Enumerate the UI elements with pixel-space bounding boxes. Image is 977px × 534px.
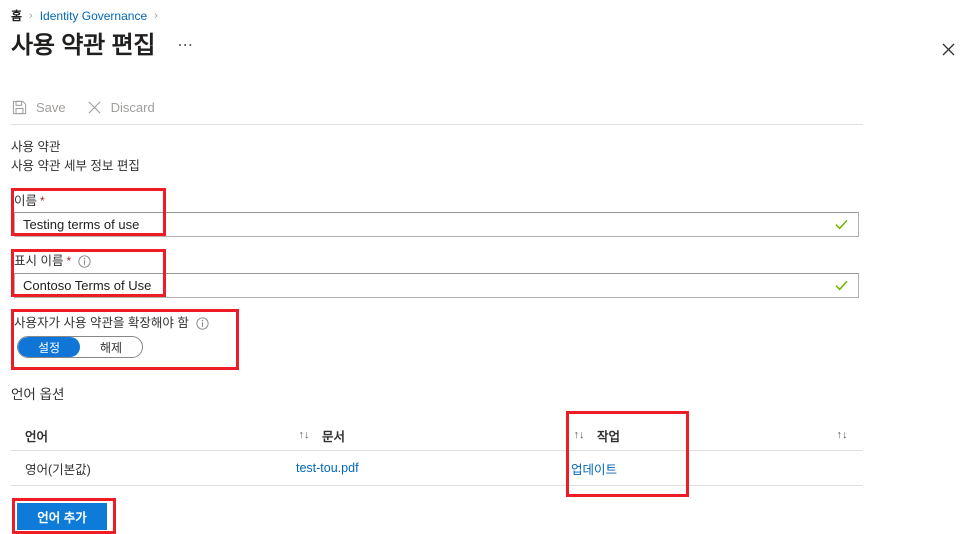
info-icon[interactable] [196,316,209,330]
close-button[interactable] [933,34,963,64]
column-header-language-label: 언어 [25,429,49,444]
breadcrumb-separator-icon: › [29,10,33,22]
sort-updown-icon[interactable]: ↑↓ [834,429,850,441]
save-button[interactable]: Save [11,92,66,122]
page-title: 사용 약관 편집 [11,32,156,59]
breadcrumb-home[interactable]: 홈 [11,8,22,24]
require-expand-toggle[interactable]: 설정 해제 [17,336,143,358]
valid-check-icon [830,280,858,291]
section-heading: 사용 약관 [11,140,61,154]
discard-label: Discard [110,99,155,115]
toggle-option-off[interactable]: 해제 [80,337,142,357]
required-asterisk: * [66,254,72,268]
save-label: Save [36,99,66,115]
table-header-row: 언어 ↑↓ 문서 ↑↓ 작업 ↑↓ [11,420,863,451]
command-bar: Save Discard [11,92,175,122]
update-link[interactable]: 업데이트 [571,463,617,477]
breadcrumb: 홈 › Identity Governance › [11,8,165,24]
column-header-action-label: 작업 [597,429,621,444]
name-input[interactable]: Testing terms of use [14,212,859,237]
display-name-input[interactable]: Contoso Terms of Use [14,273,859,298]
close-icon [942,43,954,55]
language-options-table: 언어 ↑↓ 문서 ↑↓ 작업 ↑↓ 영어(기본값) test-tou.pdf 업… [11,420,863,486]
title-row: 사용 약관 편집 ⋯ [11,30,194,62]
column-header-document[interactable]: ↑↓ 문서 [296,426,571,445]
name-field-label: 이름 * [14,193,45,209]
sort-updown-icon[interactable]: ↑↓ [296,429,312,441]
add-language-button[interactable]: 언어 추가 [17,503,107,530]
display-name-label-text: 표시 이름 [14,254,64,268]
breadcrumb-separator-icon: › [154,10,158,22]
breadcrumb-identity-governance[interactable]: Identity Governance [40,8,147,24]
column-header-extra[interactable]: ↑↓ [816,429,863,441]
require-expand-label-text: 사용자가 사용 약관을 확장해야 함 [14,316,189,330]
cell-document: test-tou.pdf [296,461,571,475]
command-bar-divider [11,124,863,125]
table-row: 영어(기본값) test-tou.pdf 업데이트 [11,451,863,486]
required-asterisk: * [40,194,45,208]
display-name-input-value: Contoso Terms of Use [23,278,152,293]
require-expand-label: 사용자가 사용 약관을 확장해야 함 [14,315,209,331]
name-label-text: 이름 [14,194,38,208]
cell-action: 업데이트 [571,459,816,478]
column-header-document-label: 문서 [322,429,346,444]
cell-language: 영어(기본값) [25,462,91,477]
document-link[interactable]: test-tou.pdf [296,461,359,475]
display-name-field-label: 표시 이름 * [14,253,91,269]
more-options-icon[interactable]: ⋯ [177,35,194,55]
info-icon[interactable] [78,254,91,268]
column-header-action[interactable]: ↑↓ 작업 [571,426,816,445]
name-input-value: Testing terms of use [23,217,140,232]
valid-check-icon [830,219,858,230]
discard-button[interactable]: Discard [86,92,155,122]
toggle-option-on[interactable]: 설정 [18,337,80,357]
language-options-heading: 언어 옵션 [11,387,65,402]
section-subheading: 사용 약관 세부 정보 편집 [11,159,140,173]
close-x-icon [86,99,103,116]
sort-updown-icon[interactable]: ↑↓ [571,429,587,441]
column-header-language[interactable]: 언어 [11,426,296,445]
save-floppy-icon [11,99,28,116]
